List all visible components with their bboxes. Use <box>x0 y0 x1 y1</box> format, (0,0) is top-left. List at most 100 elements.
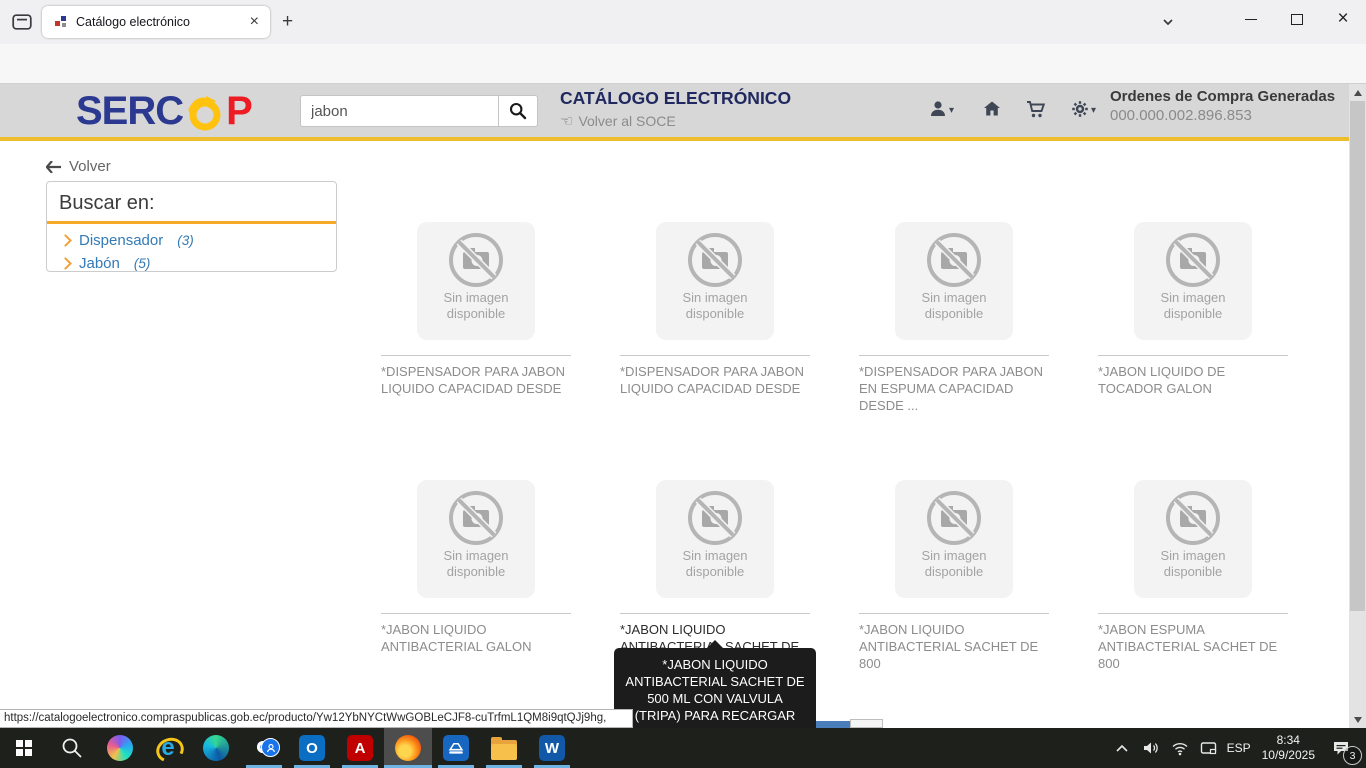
product-title-link[interactable]: *DISPENSADOR PARA JABON LIQUIDO CAPACIDA… <box>620 363 808 397</box>
notification-count-badge: 3 <box>1343 746 1362 765</box>
product-card[interactable]: Sin imagen disponible *DISPENSADOR PARA … <box>859 222 1049 414</box>
taskbar-file-explorer-button[interactable] <box>480 728 528 768</box>
no-image-placeholder[interactable]: Sin imagen disponible <box>417 480 535 598</box>
taskbar-outlook-button[interactable]: O <box>288 728 336 768</box>
home-icon <box>982 99 1002 119</box>
cart-button[interactable] <box>1025 99 1047 119</box>
orders-number: 000.000.002.896.853 <box>1110 107 1335 124</box>
taskbar-internet-explorer-button[interactable]: e <box>144 728 192 768</box>
orders-label: Ordenes de Compra Generadas <box>1110 88 1335 105</box>
vertical-scrollbar[interactable] <box>1349 84 1366 728</box>
no-image-placeholder[interactable]: Sin imagen disponible <box>417 222 535 340</box>
notification-center-button[interactable]: 3 <box>1326 733 1356 763</box>
search-icon <box>60 736 84 760</box>
tray-chevron-up-icon[interactable] <box>1111 735 1133 761</box>
volume-icon[interactable] <box>1140 735 1162 761</box>
clock[interactable]: 8:34 10/9/2025 <box>1262 733 1315 763</box>
product-card[interactable]: Sin imagen disponible *JABON LIQUIDO DE … <box>1098 222 1288 414</box>
user-icon <box>928 99 948 119</box>
clock-time: 8:34 <box>1277 733 1300 747</box>
product-title-link[interactable]: *JABON ESPUMA ANTIBACTERIAL SACHET DE 80… <box>1098 621 1286 672</box>
card-divider <box>859 613 1049 614</box>
taskbar-copilot-button[interactable] <box>96 728 144 768</box>
camera-slash-icon <box>446 230 506 290</box>
product-title-link[interactable]: *JABON LIQUIDO ANTIBACTERIAL GALON <box>381 621 569 655</box>
orders-generated: Ordenes de Compra Generadas 000.000.002.… <box>1110 88 1335 124</box>
scrollbar-thumb[interactable] <box>1350 101 1365 611</box>
wifi-icon[interactable] <box>1169 735 1191 761</box>
hand-left-icon: ☜ <box>560 112 573 130</box>
sercop-logo[interactable]: SERCP <box>76 89 252 134</box>
browser-tab[interactable]: Catálogo electrónico × <box>42 6 270 38</box>
windows-logo-icon <box>16 740 32 756</box>
taskbar-search-button[interactable] <box>48 728 96 768</box>
product-card[interactable]: Sin imagen disponible *JABON LIQUIDO ANT… <box>381 480 571 672</box>
link-status-bar: https://catalogoelectronico.compraspubli… <box>0 709 633 728</box>
search-button[interactable] <box>498 95 538 127</box>
filter-item-jabon[interactable]: Jabón (5) <box>61 255 336 272</box>
no-image-placeholder[interactable]: Sin imagen disponible <box>1134 480 1252 598</box>
volver-al-soce-link[interactable]: ☜ Volver al SOCE <box>560 112 676 130</box>
filter-title: Buscar en: <box>59 192 324 215</box>
taskbar-acrobat-button[interactable]: A <box>336 728 384 768</box>
sercop-swirl-icon <box>182 96 228 132</box>
edge-icon <box>203 735 229 761</box>
no-image-placeholder[interactable]: Sin imagen disponible <box>656 222 774 340</box>
new-tab-button[interactable]: + <box>282 12 293 32</box>
window-close-button[interactable]: × <box>1320 0 1366 38</box>
tab-close-icon[interactable]: × <box>247 14 262 30</box>
screen: Catálogo electrónico × + × https://c <box>0 0 1366 768</box>
product-card[interactable]: Sin imagen disponible *DISPENSADOR PARA … <box>620 222 810 414</box>
page-title: CATÁLOGO ELECTRÓNICO <box>560 88 791 109</box>
internet-explorer-icon: e <box>155 735 181 761</box>
scanner-app-icon <box>443 735 469 761</box>
product-card[interactable]: Sin imagen disponible *DISPENSADOR PARA … <box>381 222 571 414</box>
taskbar-chrome-button[interactable] <box>240 728 288 768</box>
language-indicator[interactable]: ESP <box>1227 741 1251 755</box>
no-image-placeholder[interactable]: Sin imagen disponible <box>895 480 1013 598</box>
taskbar-word-button[interactable]: W <box>528 728 576 768</box>
product-title-link[interactable]: *JABON LIQUIDO ANTIBACTERIAL SACHET DE 8… <box>859 621 1047 672</box>
list-all-tabs-icon[interactable] <box>1160 14 1176 30</box>
home-button[interactable] <box>982 99 1002 119</box>
chevron-right-icon <box>59 257 72 270</box>
card-divider <box>620 613 810 614</box>
scroll-down-arrow[interactable] <box>1349 711 1366 728</box>
window-restore-button[interactable] <box>1274 0 1320 38</box>
search-input[interactable] <box>300 95 508 127</box>
back-volver-link[interactable]: Volver <box>46 158 111 175</box>
product-title-link[interactable]: *DISPENSADOR PARA JABON EN ESPUMA CAPACI… <box>859 363 1047 414</box>
gear-icon <box>1070 99 1090 119</box>
no-image-text: disponible <box>895 306 1013 322</box>
no-image-text: disponible <box>417 306 535 322</box>
product-card[interactable]: Sin imagen disponible *JABON ESPUMA ANTI… <box>1098 480 1288 672</box>
product-card[interactable]: Sin imagen disponible *JABON LIQUIDO ANT… <box>859 480 1049 672</box>
chrome-profile-icon <box>251 735 277 761</box>
tab-title: Catálogo electrónico <box>76 15 247 29</box>
no-image-placeholder[interactable]: Sin imagen disponible <box>656 480 774 598</box>
product-title-link[interactable]: *DISPENSADOR PARA JABON LIQUIDO CAPACIDA… <box>381 363 569 397</box>
taskbar: e O A W <box>0 728 1366 768</box>
camera-slash-icon <box>685 488 745 548</box>
hidden-dialog-button-partial[interactable] <box>816 721 850 728</box>
user-menu-button[interactable]: ▾ <box>928 99 954 119</box>
window-minimize-button[interactable] <box>1228 0 1274 38</box>
no-image-text: disponible <box>656 306 774 322</box>
taskbar-scanner-app-button[interactable] <box>432 728 480 768</box>
no-image-placeholder[interactable]: Sin imagen disponible <box>895 222 1013 340</box>
start-button[interactable] <box>0 728 48 768</box>
settings-menu-button[interactable]: ▾ <box>1070 99 1096 119</box>
taskbar-firefox-button[interactable] <box>384 728 432 768</box>
hidden-dialog-button-partial[interactable] <box>850 719 883 728</box>
camera-slash-icon <box>1163 230 1223 290</box>
filter-item-dispensador[interactable]: Dispensador (3) <box>61 232 336 249</box>
no-image-placeholder[interactable]: Sin imagen disponible <box>1134 222 1252 340</box>
no-image-text: disponible <box>1134 564 1252 580</box>
taskbar-edge-button[interactable] <box>192 728 240 768</box>
firefox-view-icon[interactable] <box>11 12 33 32</box>
filter-title-underline <box>47 221 336 224</box>
scroll-up-arrow[interactable] <box>1349 84 1366 101</box>
product-title-link[interactable]: *JABON LIQUIDO DE TOCADOR GALON <box>1098 363 1286 397</box>
no-image-text: Sin imagen <box>895 548 1013 564</box>
virtual-display-icon[interactable] <box>1198 735 1220 761</box>
